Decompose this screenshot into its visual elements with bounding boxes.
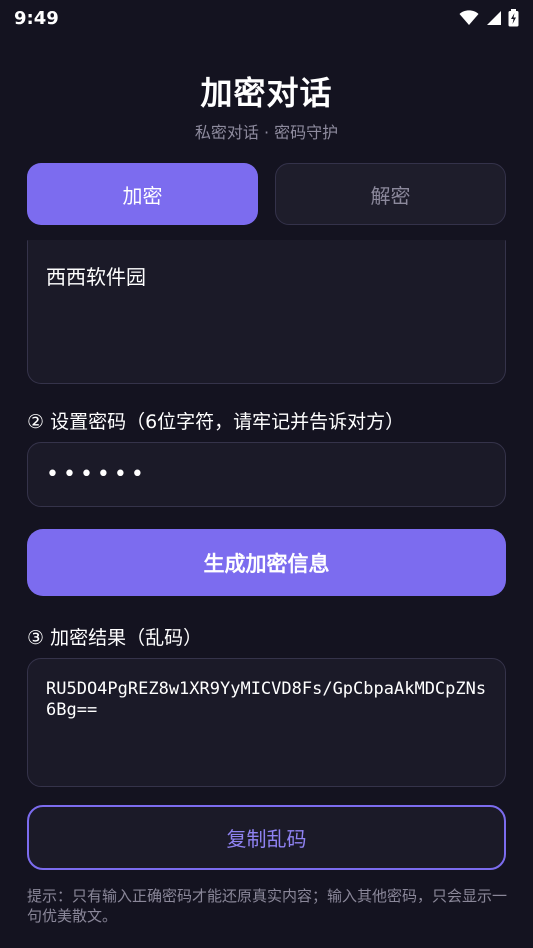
result-output[interactable]: RU5DO4PgREZ8w1XR9YyMICVD8Fs/GpCbpaAkMDCp… (27, 658, 506, 787)
battery-icon (508, 9, 519, 27)
status-icons (459, 9, 519, 27)
page-title: 加密对话 (200, 74, 333, 112)
hint-text: 提示：只有输入正确密码才能还原真实内容；输入其他密码，只会显示一句优美散文。 (27, 887, 508, 925)
page-subtitle: 私密对话 · 密码守护 (194, 123, 339, 142)
password-field[interactable]: •••••• (27, 442, 506, 507)
status-bar: 9:49 (0, 0, 533, 36)
generate-encrypted-button[interactable]: 生成加密信息 (27, 529, 506, 596)
tab-decrypt[interactable]: 解密 (275, 163, 506, 225)
message-input[interactable]: 西西软件园 (27, 240, 506, 384)
password-label: ② 设置密码（6位字符，请牢记并告诉对方） (27, 411, 405, 433)
tab-encrypt[interactable]: 加密 (27, 163, 258, 225)
result-label: ③ 加密结果（乱码） (27, 627, 203, 649)
status-time: 9:49 (14, 7, 59, 29)
cellular-signal-icon (487, 11, 501, 25)
copy-button[interactable]: 复制乱码 (27, 805, 506, 870)
wifi-icon (459, 10, 479, 25)
